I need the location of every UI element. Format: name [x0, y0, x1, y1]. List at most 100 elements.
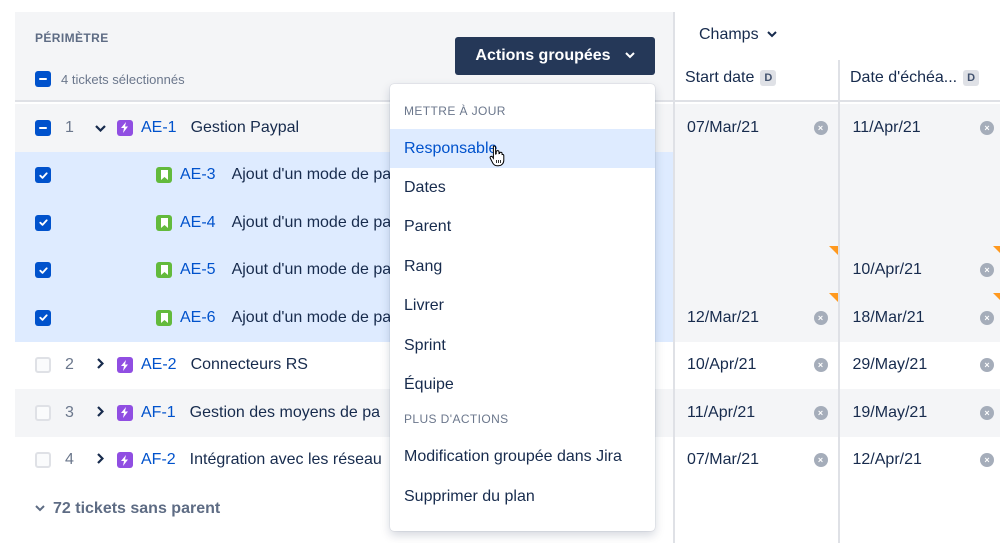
date-value: 10/Apr/21	[852, 261, 922, 279]
date-value: 11/Apr/21	[687, 403, 756, 421]
date-badge: D	[963, 70, 980, 86]
row-checkbox[interactable]	[35, 357, 51, 374]
menu-item[interactable]: Parent	[390, 208, 655, 247]
issue-summary: Connecteurs RS	[190, 356, 308, 374]
epic-icon	[117, 404, 133, 421]
chevron-right-icon[interactable]	[93, 405, 107, 420]
row-checkbox[interactable]	[35, 262, 51, 279]
due-date-cell[interactable]: 19/May/21 ×	[840, 389, 1000, 437]
unparented-label: 72 tickets sans parent	[53, 500, 221, 517]
column-label: Start date	[685, 69, 755, 86]
changed-flag-icon	[993, 293, 1000, 302]
row-checkbox[interactable]	[35, 309, 51, 326]
date-value: 12/Mar/21	[687, 308, 760, 326]
plan-view: PÉRIMÈTRE 4 tickets sélectionnés Actions…	[0, 0, 1000, 543]
select-all-checkbox[interactable]	[35, 71, 51, 87]
due-date-cell[interactable]	[840, 152, 1000, 200]
story-icon	[156, 167, 172, 184]
start-date-cell[interactable]	[675, 152, 838, 200]
chevron-down-icon	[624, 50, 635, 62]
bulk-actions-menu: METTRE À JOUR Responsable Dates Parent Rang…	[390, 84, 655, 531]
fields-menu-button[interactable]: Champs	[699, 26, 777, 44]
issue-key[interactable]: AE-1	[141, 119, 177, 137]
date-badge: D	[760, 70, 777, 86]
issue-summary: Gestion des moyens de pa	[189, 403, 381, 421]
menu-item[interactable]: Livrer	[390, 287, 655, 326]
issue-summary: Ajout d'un mode de pa	[231, 213, 392, 231]
clear-icon[interactable]: ×	[813, 453, 828, 468]
issue-key[interactable]: AE-6	[180, 309, 216, 327]
date-value: 18/Mar/21	[852, 308, 925, 326]
story-icon	[156, 214, 172, 231]
selection-summary: 4 tickets sélectionnés	[35, 71, 185, 87]
menu-item[interactable]: Responsable	[390, 129, 655, 169]
clear-icon[interactable]: ×	[813, 120, 828, 135]
menu-group-update: METTRE À JOUR	[404, 104, 506, 118]
menu-item[interactable]: Supprimer du plan	[390, 477, 655, 516]
due-date-cell[interactable]	[840, 199, 1000, 247]
start-date-cell[interactable]: 07/Mar/21 ×	[675, 104, 838, 152]
chevron-right-icon[interactable]	[93, 358, 107, 372]
issue-key[interactable]: AE-3	[180, 166, 216, 184]
issue-key[interactable]: AE-4	[180, 214, 216, 232]
column-label: Date d'échéa...	[850, 69, 958, 86]
date-value: 12/Apr/21	[852, 451, 922, 469]
start-date-cell[interactable]: 12/Mar/21 ×	[675, 293, 838, 342]
clear-icon[interactable]: ×	[813, 310, 828, 325]
due-date-cell[interactable]: 12/Apr/21 ×	[840, 437, 1000, 485]
clear-icon[interactable]: ×	[813, 358, 828, 373]
due-date-cell[interactable]: 18/Mar/21 ×	[840, 293, 1000, 342]
menu-item[interactable]: Modification groupée dans Jira	[390, 438, 655, 477]
start-date-cell[interactable]: 10/Apr/21 ×	[675, 342, 838, 390]
date-value: 07/Mar/21	[687, 118, 760, 136]
clear-icon[interactable]: ×	[980, 405, 994, 420]
start-date-cell[interactable]	[675, 199, 838, 247]
unparented-toggle[interactable]: 72 tickets sans parent	[35, 500, 220, 518]
scope-label: PÉRIMÈTRE	[35, 31, 109, 45]
changed-flag-icon	[828, 245, 838, 255]
start-date-cell[interactable]: 11/Apr/21 ×	[675, 389, 838, 437]
chevron-down-icon[interactable]	[93, 121, 107, 135]
selected-count: 4 tickets sélectionnés	[61, 71, 185, 87]
column-header-due-date[interactable]: Date d'échéa... D	[850, 69, 980, 87]
start-date-cell[interactable]	[675, 245, 838, 295]
issue-key[interactable]: AE-2	[141, 356, 177, 374]
due-date-cell[interactable]: 11/Apr/21 ×	[840, 104, 1000, 152]
clear-icon[interactable]: ×	[980, 263, 994, 278]
date-value: 19/May/21	[852, 403, 928, 421]
menu-item[interactable]: Équipe	[390, 365, 655, 404]
column-header-start-date[interactable]: Start date D	[685, 69, 777, 87]
menu-item[interactable]: Sprint	[390, 326, 655, 365]
start-date-cell[interactable]: 07/Mar/21 ×	[675, 437, 838, 485]
menu-item[interactable]: Rang	[390, 247, 655, 286]
hand-cursor-icon	[489, 145, 505, 167]
clear-icon[interactable]: ×	[980, 358, 994, 373]
row-checkbox[interactable]	[35, 452, 51, 469]
row-checkbox[interactable]	[35, 214, 51, 231]
row-rank: 1	[65, 118, 74, 136]
fields-panel: Champs Start date D Date d'échéa... D 07…	[673, 12, 1000, 543]
menu-item[interactable]: Dates	[390, 168, 655, 207]
clear-icon[interactable]: ×	[980, 453, 994, 468]
issue-key[interactable]: AE-5	[180, 261, 216, 279]
issue-key[interactable]: AF-2	[141, 451, 176, 469]
changed-flag-icon	[828, 293, 838, 302]
epic-icon	[117, 357, 133, 374]
bulk-actions-button[interactable]: Actions groupées	[455, 37, 655, 75]
due-date-cell[interactable]: 10/Apr/21 ×	[840, 245, 1000, 295]
issue-summary: Ajout d'un mode de pa	[231, 166, 392, 184]
clear-icon[interactable]: ×	[813, 405, 828, 420]
epic-icon	[117, 452, 133, 469]
row-rank: 2	[65, 356, 74, 374]
row-checkbox[interactable]	[35, 167, 51, 184]
row-checkbox[interactable]	[35, 119, 51, 136]
chevron-right-icon[interactable]	[93, 453, 107, 467]
row-checkbox[interactable]	[35, 404, 51, 421]
due-date-cell[interactable]: 29/May/21 ×	[840, 342, 1000, 390]
row-rank: 4	[65, 451, 74, 469]
clear-icon[interactable]: ×	[980, 310, 994, 325]
clear-icon[interactable]: ×	[980, 120, 994, 135]
issue-key[interactable]: AF-1	[141, 404, 176, 422]
date-value: 10/Apr/21	[687, 356, 757, 374]
menu-group-more-actions: PLUS D'ACTIONS	[404, 411, 509, 426]
